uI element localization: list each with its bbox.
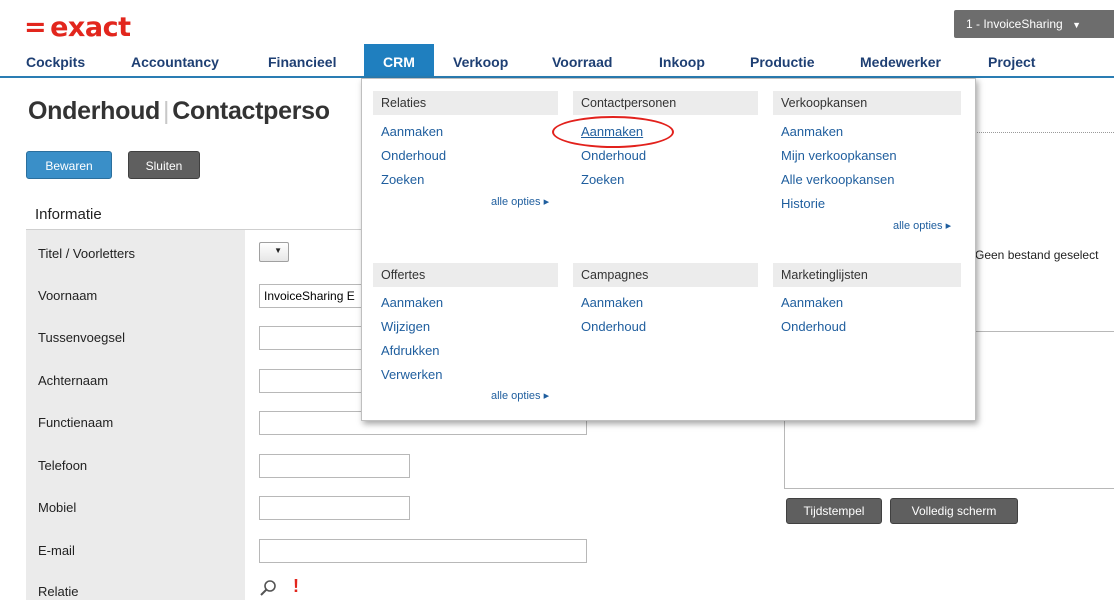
menu-link-historie[interactable]: Historie — [781, 196, 825, 211]
menu-section-title: Relaties — [373, 91, 558, 115]
nav-item-inkoop[interactable]: Inkoop — [659, 44, 705, 76]
menu-link-verkoopkansen-aanmaken[interactable]: Aanmaken — [781, 124, 843, 139]
nav-item-voorraad[interactable]: Voorraad — [552, 44, 612, 76]
nav-item-accountancy[interactable]: Accountancy — [131, 44, 219, 76]
label-tussenvoegsel: Tussenvoegsel — [38, 330, 125, 345]
menu-link-offertes-aanmaken[interactable]: Aanmaken — [381, 295, 443, 310]
titel-select[interactable]: ▼ — [259, 242, 289, 262]
tussenvoegsel-input[interactable] — [259, 326, 369, 350]
label-voornaam: Voornaam — [38, 288, 98, 303]
label-achternaam: Achternaam — [38, 373, 109, 388]
company-selector[interactable]: 1 - InvoiceSharing ▼ — [954, 10, 1114, 38]
chevron-down-icon: ▼ — [1072, 20, 1081, 30]
nav-item-project[interactable]: Project — [988, 44, 1035, 76]
timestamp-button[interactable]: Tijdstempel — [786, 498, 882, 524]
menu-more-relaties[interactable]: alle opties ▸ — [491, 195, 549, 208]
menu-link-offertes-wijzigen[interactable]: Wijzigen — [381, 319, 430, 334]
menu-link-relaties-zoeken[interactable]: Zoeken — [381, 172, 424, 187]
label-relatie: Relatie — [38, 584, 79, 599]
menu-section-title: Verkoopkansen — [773, 91, 961, 115]
logo-text: exact — [50, 12, 131, 43]
select-arrow-icon: ▼ — [274, 246, 282, 255]
menu-link-campagnes-aanmaken[interactable]: Aanmaken — [581, 295, 643, 310]
menu-link-marketinglijsten-aanmaken[interactable]: Aanmaken — [781, 295, 843, 310]
menu-link-contactpersonen-zoeken[interactable]: Zoeken — [581, 172, 624, 187]
achternaam-input[interactable] — [259, 369, 369, 393]
nav-item-medewerker[interactable]: Medewerker — [860, 44, 941, 76]
voornaam-input[interactable]: InvoiceSharing E — [259, 284, 369, 308]
label-mobiel: Mobiel — [38, 500, 77, 515]
menu-link-offertes-verwerken[interactable]: Verwerken — [381, 367, 442, 382]
label-telefoon: Telefoon — [38, 458, 88, 473]
title-divider — [975, 132, 1114, 133]
exact-logo: = exact — [24, 12, 131, 43]
nav-item-crm[interactable]: CRM — [364, 44, 434, 78]
highlight-circle — [552, 116, 674, 148]
menu-section-title: Contactpersonen — [573, 91, 758, 115]
nav-item-cockpits[interactable]: Cockpits — [26, 44, 85, 76]
menu-link-mijn-verkoopkansen[interactable]: Mijn verkoopkansen — [781, 148, 897, 163]
menu-link-contactpersonen-onderhoud[interactable]: Onderhoud — [581, 148, 646, 163]
page-title: Onderhoud | Contactperso — [28, 97, 330, 126]
label-functienaam: Functienaam — [38, 415, 114, 430]
fullscreen-button[interactable]: Volledig scherm — [890, 498, 1018, 524]
menu-section-title: Marketinglijsten — [773, 263, 961, 287]
required-icon: ! — [293, 576, 299, 596]
title-separator: | — [163, 97, 170, 125]
menu-link-campagnes-onderhoud[interactable]: Onderhoud — [581, 319, 646, 334]
close-button[interactable]: Sluiten — [128, 151, 200, 179]
nav-item-productie[interactable]: Productie — [750, 44, 815, 76]
page-title-part2: Contactperso — [172, 97, 330, 125]
menu-link-relaties-onderhoud[interactable]: Onderhoud — [381, 148, 446, 163]
page-title-part1: Onderhoud — [28, 97, 161, 125]
telefoon-input[interactable] — [259, 454, 410, 478]
menu-section-title: Offertes — [373, 263, 558, 287]
nav-item-financieel[interactable]: Financieel — [268, 44, 336, 76]
menu-more-verkoopkansen[interactable]: alle opties ▸ — [893, 219, 951, 232]
menu-more-offertes[interactable]: alle opties ▸ — [491, 389, 549, 402]
email-input[interactable] — [259, 539, 587, 563]
main-nav: Cockpits Accountancy Financieel CRM Verk… — [0, 44, 1114, 78]
save-button[interactable]: Bewaren — [26, 151, 112, 179]
menu-section-title: Campagnes — [573, 263, 758, 287]
mobiel-input[interactable] — [259, 496, 410, 520]
nav-item-verkoop[interactable]: Verkoop — [453, 44, 508, 76]
menu-link-alle-verkoopkansen[interactable]: Alle verkoopkansen — [781, 172, 894, 187]
label-titel-voorletters: Titel / Voorletters — [38, 246, 136, 261]
section-title-informatie: Informatie — [35, 206, 102, 223]
menu-link-marketinglijsten-onderhoud[interactable]: Onderhoud — [781, 319, 846, 334]
search-icon[interactable] — [259, 579, 277, 597]
logo-equals: = — [24, 12, 47, 43]
file-status-text: Geen bestand geselect — [975, 248, 1099, 262]
label-email: E-mail — [38, 543, 75, 558]
menu-link-offertes-afdrukken[interactable]: Afdrukken — [381, 343, 440, 358]
company-name: 1 - InvoiceSharing — [966, 17, 1063, 31]
menu-link-relaties-aanmaken[interactable]: Aanmaken — [381, 124, 443, 139]
